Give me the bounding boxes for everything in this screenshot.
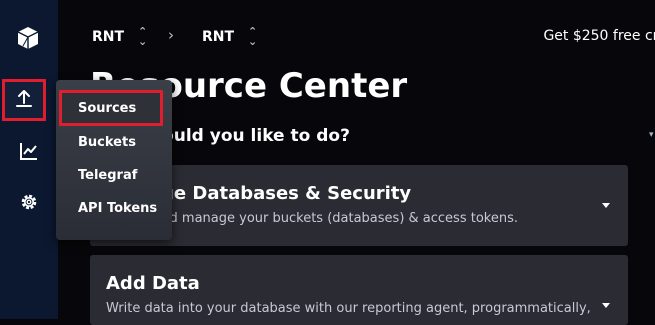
chevron-down-icon[interactable] xyxy=(602,303,610,308)
left-sidebar xyxy=(0,0,58,319)
load-data-flyout-menu: Sources Buckets Telegraf API Tokens xyxy=(56,80,172,240)
graph-icon xyxy=(19,141,39,165)
bucket-name: RNT xyxy=(202,29,235,45)
menu-item-sources[interactable]: Sources xyxy=(78,101,136,116)
chevron-right-icon: › xyxy=(168,26,174,44)
top-header: RNT ⌃⌄ › RNT ⌃⌄ Get $250 free credit xyxy=(58,0,655,64)
org-selector[interactable]: RNT ⌃ ⌄ xyxy=(92,25,148,48)
settings-icon xyxy=(19,192,39,216)
menu-item-telegraf[interactable]: Telegraf xyxy=(78,168,137,183)
chevron-down-icon: ▾ xyxy=(649,130,654,140)
add-data-card[interactable]: Add Data Write data into your database w… xyxy=(90,255,628,325)
bucket-selector[interactable]: RNT ⌃ ⌄ xyxy=(202,25,258,48)
card-title: Add Data xyxy=(106,273,200,294)
org-name: RNT xyxy=(92,29,125,45)
sidebar-item-data-explorer[interactable] xyxy=(0,131,58,175)
free-credit-promo[interactable]: Get $250 free credit xyxy=(543,28,655,44)
menu-item-api-tokens[interactable]: API Tokens xyxy=(78,201,157,216)
cube-logo-icon[interactable] xyxy=(14,25,42,51)
menu-item-buckets[interactable]: Buckets xyxy=(78,135,136,150)
up-down-chevron-icon: ⌃ ⌄ xyxy=(138,25,148,48)
up-down-chevron-icon: ⌃ ⌄ xyxy=(248,25,258,48)
chevron-down-icon[interactable] xyxy=(602,203,610,208)
upload-icon xyxy=(14,88,34,112)
card-description: Write data into your database with our r… xyxy=(106,301,591,316)
sidebar-item-settings[interactable] xyxy=(0,182,58,226)
sidebar-item-load-data[interactable] xyxy=(2,79,46,121)
